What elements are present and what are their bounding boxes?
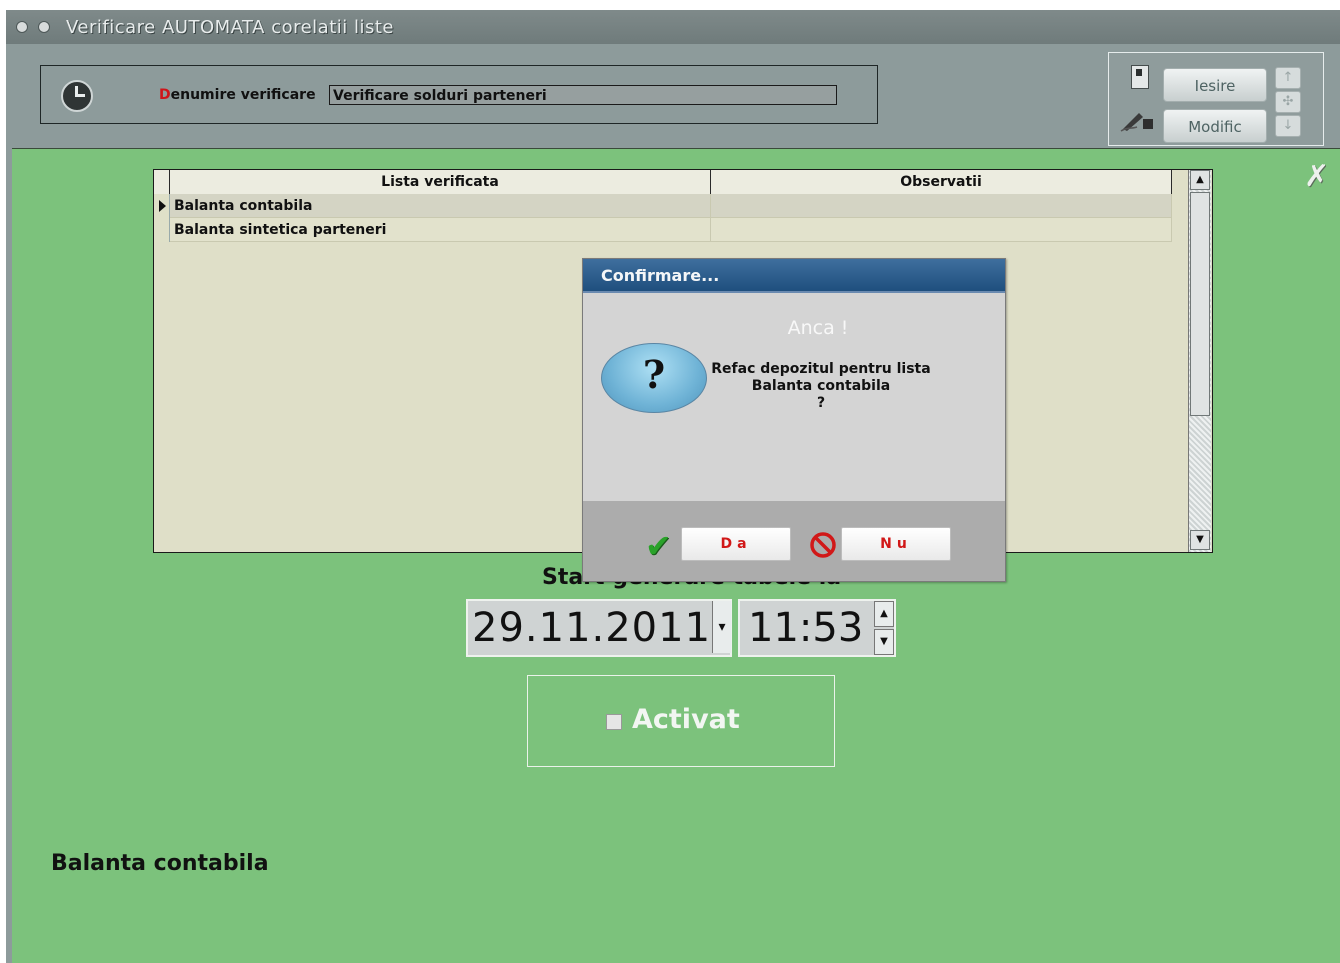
- grid-header: Lista verificata Observatii: [154, 170, 1172, 195]
- window-title: Verificare AUTOMATA corelatii liste: [66, 17, 394, 38]
- grid-header-selector: [154, 170, 170, 194]
- column-header-observatii[interactable]: Observatii: [711, 170, 1172, 194]
- cell-lista[interactable]: Balanta sintetica parteneri: [170, 218, 711, 242]
- grid-scrollbar[interactable]: ▲ ▼: [1188, 170, 1211, 552]
- nav-down-button[interactable]: ↓: [1275, 115, 1301, 137]
- date-field[interactable]: 29.11.2011: [466, 599, 732, 657]
- close-icon[interactable]: ✗: [1304, 159, 1329, 194]
- dialog-greeting: Anca !: [787, 317, 849, 339]
- nav-center-button[interactable]: ✣: [1275, 91, 1301, 113]
- page-icon: [1131, 65, 1149, 89]
- toolbar-panel: Iesire Modific ↑ ✣ ↓: [1108, 52, 1324, 146]
- date-dropdown-button[interactable]: ▾: [712, 601, 731, 653]
- row-selector-active[interactable]: [154, 194, 170, 218]
- current-list-label: Balanta contabila: [51, 851, 269, 876]
- pen-icon: [1120, 113, 1153, 132]
- cell-lista[interactable]: Balanta contabila: [170, 194, 711, 218]
- dialog-message: Refac depozitul pentru lista Balanta con…: [701, 361, 941, 412]
- da-button[interactable]: Da: [681, 527, 791, 561]
- denumire-label: Denumire verificare: [159, 87, 316, 103]
- scroll-down-button[interactable]: ▼: [1190, 530, 1210, 550]
- dialog-message-line: Refac depozitul pentru lista: [711, 361, 931, 377]
- window-menu-dot[interactable]: [16, 21, 28, 33]
- no-entry-icon: [810, 532, 836, 558]
- question-mark-glyph: ?: [642, 352, 666, 397]
- time-field[interactable]: 11:53: [738, 599, 896, 657]
- time-spin-up[interactable]: ▲: [874, 601, 894, 627]
- confirm-dialog: Confirmare... Anca ! ? Refac depozitul p…: [582, 258, 1006, 582]
- window-close-dot[interactable]: [38, 21, 50, 33]
- nav-up-button[interactable]: ↑: [1275, 67, 1301, 89]
- dialog-message-line: Balanta contabila: [751, 378, 891, 394]
- cell-observatii[interactable]: [711, 218, 1172, 242]
- check-icon: ✔: [645, 527, 672, 565]
- table-row[interactable]: Balanta sintetica parteneri: [154, 218, 1172, 242]
- table-row[interactable]: Balanta contabila: [154, 194, 1172, 218]
- denumire-field[interactable]: Verificare solduri parteneri: [329, 85, 837, 105]
- activat-label[interactable]: Activat: [632, 704, 740, 735]
- activat-panel: Activat: [527, 675, 835, 767]
- row-selector[interactable]: [154, 218, 170, 242]
- cell-observatii[interactable]: [711, 194, 1172, 218]
- question-icon: ?: [601, 343, 707, 413]
- title-bar: Verificare AUTOMATA corelatii liste: [6, 10, 1340, 44]
- header-panel: Denumire verificare Verificare solduri p…: [40, 65, 878, 124]
- time-spin-down[interactable]: ▼: [874, 629, 894, 655]
- iesire-button[interactable]: Iesire: [1163, 68, 1267, 102]
- dialog-message-line: ?: [816, 395, 826, 411]
- scroll-up-button[interactable]: ▲: [1190, 170, 1210, 190]
- scroll-thumb[interactable]: [1190, 192, 1210, 416]
- column-header-lista[interactable]: Lista verificata: [170, 170, 711, 194]
- dialog-title: Confirmare...: [583, 259, 1005, 293]
- modific-button[interactable]: Modific: [1163, 109, 1267, 143]
- activat-checkbox[interactable]: [606, 714, 622, 730]
- nu-button[interactable]: Nu: [841, 527, 951, 561]
- clock-icon: [61, 80, 93, 112]
